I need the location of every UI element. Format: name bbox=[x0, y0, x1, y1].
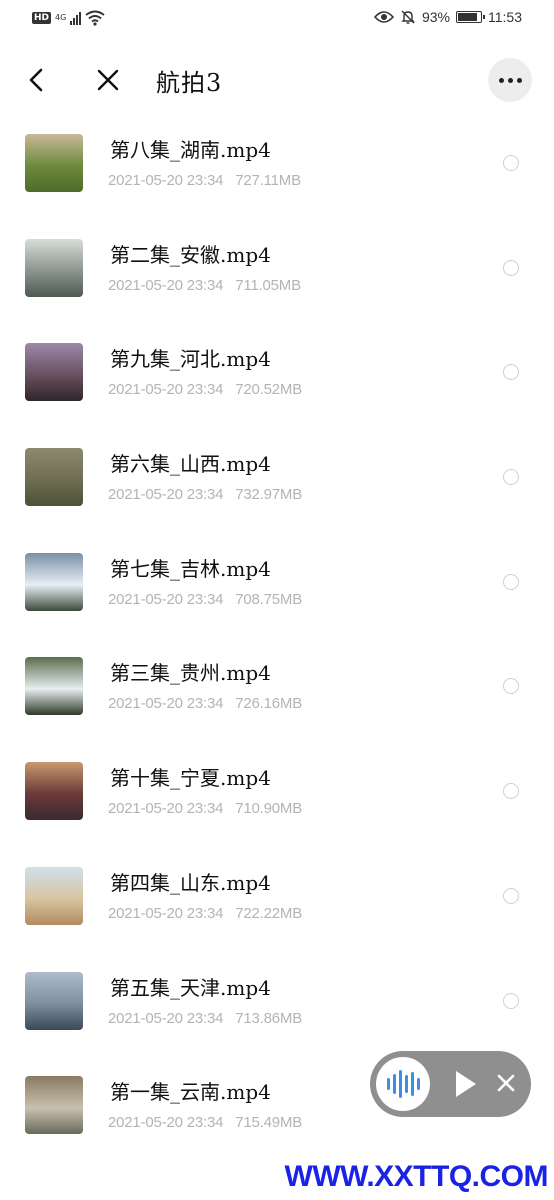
file-name: 第六集_山西.mp4 bbox=[110, 452, 271, 477]
file-date: 2021-05-20 23:34 bbox=[108, 486, 224, 504]
more-icon bbox=[498, 77, 504, 83]
video-thumbnail bbox=[25, 448, 83, 507]
video-thumbnail bbox=[25, 657, 83, 716]
eye-icon bbox=[373, 11, 394, 23]
file-date: 2021-05-20 23:34 bbox=[108, 276, 224, 294]
file-meta: 2021-05-20 23:34 722.22MB bbox=[108, 905, 302, 922]
file-date: 2021-05-20 23:34 bbox=[108, 1009, 224, 1027]
video-thumbnail bbox=[25, 238, 83, 297]
file-list-item[interactable]: 第八集_湖南.mp4 2021-05-20 23:34 727.11MB bbox=[0, 118, 554, 223]
file-list-item[interactable]: 第九集_河北.mp4 2021-05-20 23:34 720.52MB bbox=[0, 327, 554, 432]
back-arrow-icon bbox=[29, 68, 43, 92]
file-size: 732.97MB bbox=[235, 486, 303, 504]
file-size: 720.52MB bbox=[235, 381, 303, 399]
file-name: 第七集_吉林.mp4 bbox=[110, 556, 271, 581]
file-meta: 2021-05-20 23:34 732.97MB bbox=[108, 486, 302, 503]
player-close-button[interactable] bbox=[494, 1068, 518, 1098]
file-meta: 2021-05-20 23:34 726.16MB bbox=[108, 695, 302, 712]
video-thumbnail bbox=[25, 343, 83, 402]
file-size: 713.86MB bbox=[235, 1009, 303, 1027]
back-button[interactable] bbox=[22, 62, 52, 98]
file-date: 2021-05-20 23:34 bbox=[108, 904, 224, 922]
wifi-icon bbox=[85, 10, 105, 26]
clock: 11:53 bbox=[488, 9, 522, 25]
select-radio[interactable] bbox=[503, 469, 519, 486]
battery-icon bbox=[456, 11, 485, 23]
page-title: 航拍3 bbox=[156, 69, 223, 97]
more-button[interactable] bbox=[488, 58, 532, 102]
file-name: 第五集_天津.mp4 bbox=[110, 975, 271, 1000]
select-radio[interactable] bbox=[503, 364, 519, 381]
select-radio[interactable] bbox=[503, 155, 519, 171]
file-size: 726.16MB bbox=[235, 695, 303, 713]
file-name: 第一集_云南.mp4 bbox=[110, 1080, 271, 1105]
file-meta: 2021-05-20 23:34 715.49MB bbox=[108, 1114, 302, 1131]
hd-badge: HD bbox=[32, 12, 52, 24]
select-radio[interactable] bbox=[503, 783, 519, 800]
file-list-item[interactable]: 第十集_宁夏.mp4 2021-05-20 23:34 710.90MB bbox=[0, 746, 554, 851]
file-date: 2021-05-20 23:34 bbox=[108, 172, 224, 189]
close-button[interactable] bbox=[92, 62, 124, 98]
video-thumbnail bbox=[25, 552, 83, 611]
close-icon bbox=[97, 69, 119, 91]
status-bar-right: 93% 11:53 bbox=[373, 9, 522, 25]
file-list-item[interactable]: 第三集_贵州.mp4 2021-05-20 23:34 726.16MB bbox=[0, 641, 554, 746]
video-thumbnail bbox=[25, 762, 83, 821]
file-list-item[interactable]: 第七集_吉林.mp4 2021-05-20 23:34 708.75MB bbox=[0, 537, 554, 642]
file-meta: 2021-05-20 23:34 713.86MB bbox=[108, 1010, 302, 1027]
file-size: 708.75MB bbox=[235, 590, 303, 608]
file-size: 711.05MB bbox=[235, 276, 301, 294]
watermark: WWW.XXTTQ.COM bbox=[284, 1160, 549, 1193]
file-list-item[interactable]: 第四集_山东.mp4 2021-05-20 23:34 722.22MB bbox=[0, 851, 554, 956]
select-radio[interactable] bbox=[503, 678, 519, 695]
file-meta: 2021-05-20 23:34 727.11MB bbox=[108, 172, 301, 189]
floating-player[interactable] bbox=[370, 1051, 531, 1117]
video-thumbnail bbox=[25, 971, 83, 1030]
file-size: 727.11MB bbox=[235, 172, 301, 189]
video-thumbnail bbox=[25, 866, 83, 925]
file-size: 715.49MB bbox=[235, 1114, 303, 1132]
audio-wave-icon[interactable] bbox=[376, 1057, 430, 1111]
file-date: 2021-05-20 23:34 bbox=[108, 1114, 224, 1132]
close-icon bbox=[497, 1074, 515, 1092]
video-thumbnail bbox=[25, 1076, 83, 1135]
file-list: 第八集_湖南.mp4 2021-05-20 23:34 727.11MB 第二集_安徽… bbox=[0, 118, 554, 1165]
file-size: 710.90MB bbox=[235, 800, 303, 818]
file-name: 第二集_安徽.mp4 bbox=[110, 242, 271, 267]
file-name: 第十集_宁夏.mp4 bbox=[110, 766, 271, 791]
file-name: 第八集_湖南.mp4 bbox=[110, 138, 271, 162]
battery-percent: 93% bbox=[421, 9, 450, 25]
file-meta: 2021-05-20 23:34 708.75MB bbox=[108, 591, 302, 608]
video-thumbnail bbox=[25, 134, 83, 192]
file-date: 2021-05-20 23:34 bbox=[108, 800, 224, 818]
file-meta: 2021-05-20 23:34 710.90MB bbox=[108, 800, 302, 817]
signal-icon bbox=[70, 11, 82, 25]
file-list-item[interactable]: 第六集_山西.mp4 2021-05-20 23:34 732.97MB bbox=[0, 432, 554, 537]
file-date: 2021-05-20 23:34 bbox=[108, 381, 224, 399]
file-meta: 2021-05-20 23:34 711.05MB bbox=[108, 277, 301, 294]
play-icon[interactable] bbox=[456, 1071, 476, 1097]
file-date: 2021-05-20 23:34 bbox=[108, 590, 224, 608]
header-bar: 航拍3 bbox=[0, 48, 554, 112]
select-radio[interactable] bbox=[503, 259, 519, 276]
file-meta: 2021-05-20 23:34 720.52MB bbox=[108, 381, 302, 398]
select-radio[interactable] bbox=[503, 573, 519, 590]
file-name: 第九集_河北.mp4 bbox=[110, 347, 271, 372]
file-size: 722.22MB bbox=[235, 904, 303, 922]
status-bar-left: HD 4G bbox=[32, 10, 105, 26]
file-name: 第三集_贵州.mp4 bbox=[110, 661, 271, 686]
status-bar: HD 4G 93% 11:53 bbox=[0, 0, 554, 38]
file-name: 第四集_山东.mp4 bbox=[110, 870, 271, 895]
select-radio[interactable] bbox=[503, 887, 519, 904]
network-type: 4G bbox=[55, 13, 67, 22]
file-date: 2021-05-20 23:34 bbox=[108, 695, 224, 713]
mute-bell-icon bbox=[401, 10, 415, 24]
file-list-item[interactable]: 第二集_安徽.mp4 2021-05-20 23:34 711.05MB bbox=[0, 223, 554, 328]
select-radio[interactable] bbox=[503, 992, 519, 1009]
file-list-item[interactable]: 第五集_天津.mp4 2021-05-20 23:34 713.86MB bbox=[0, 956, 554, 1061]
